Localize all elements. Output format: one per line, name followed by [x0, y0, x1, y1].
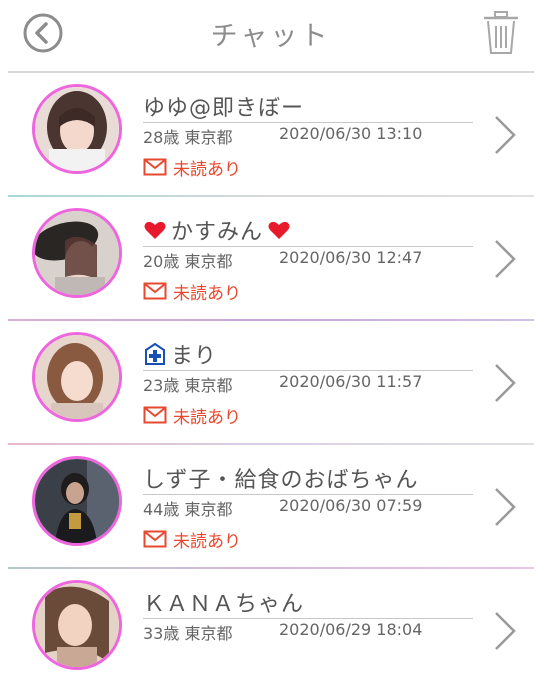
name-underline — [143, 246, 473, 247]
timestamp: 2020/06/30 11:57 — [279, 372, 423, 391]
chevron-right-icon[interactable] — [490, 237, 520, 281]
age-area: 20歳 東京都 — [143, 252, 233, 271]
timestamp: 2020/06/29 18:04 — [279, 620, 423, 639]
name-underline — [143, 370, 473, 371]
name-row: ＫＡＮＡちゃん — [143, 587, 473, 617]
unread-indicator: 未読あり — [143, 527, 241, 552]
age-area: 44歳 東京都 — [143, 500, 233, 519]
age-area: 33歳 東京都 — [143, 624, 233, 643]
mail-icon — [143, 406, 167, 424]
user-name: ＫＡＮＡちゃん — [143, 592, 305, 617]
name-underline — [143, 618, 473, 619]
mail-icon — [143, 530, 167, 548]
user-name: しず子・給食のおばちゃん — [143, 468, 419, 493]
mail-icon — [143, 282, 167, 300]
chat-row[interactable]: かすみん 20歳 東京都 2020/06/30 12:47 未読あり — [0, 197, 541, 321]
chat-row[interactable]: ＫＡＮＡちゃん 33歳 東京都 2020/06/29 18:04 — [0, 569, 541, 693]
chevron-right-icon[interactable] — [490, 361, 520, 405]
hospital-icon — [145, 342, 165, 365]
timestamp: 2020/06/30 07:59 — [279, 496, 423, 515]
avatar — [32, 456, 122, 546]
trash-icon[interactable] — [480, 10, 522, 56]
heart-icon — [144, 221, 166, 239]
name-underline — [143, 122, 473, 123]
avatar — [32, 332, 122, 422]
user-name: かすみん — [171, 220, 264, 245]
avatar — [32, 580, 122, 670]
unread-label: 未読あり — [173, 407, 241, 428]
unread-label: 未読あり — [173, 159, 241, 180]
unread-indicator: 未読あり — [143, 403, 241, 428]
delete-button[interactable] — [480, 10, 522, 56]
name-underline — [143, 494, 473, 495]
avatar — [32, 84, 122, 174]
unread-indicator: 未読あり — [143, 155, 241, 180]
timestamp: 2020/06/30 12:47 — [279, 248, 423, 267]
user-name: ゆゆ@即きぼー — [143, 96, 305, 121]
chevron-right-icon[interactable] — [490, 113, 520, 157]
chat-row[interactable]: しず子・給食のおばちゃん 44歳 東京都 2020/06/30 07:59 未読… — [0, 445, 541, 569]
page-title: チャット — [210, 21, 331, 52]
app-header: チャット — [0, 0, 541, 70]
unread-indicator: 未読あり — [143, 279, 241, 304]
chat-row[interactable]: ゆゆ@即きぼー 28歳 東京都 2020/06/30 13:10 未読あり — [0, 73, 541, 197]
chevron-right-icon[interactable] — [490, 485, 520, 529]
chevron-right-icon[interactable] — [490, 609, 520, 653]
chat-row[interactable]: まり 23歳 東京都 2020/06/30 11:57 未読あり — [0, 321, 541, 445]
name-row: かすみん — [143, 215, 473, 245]
age-area: 23歳 東京都 — [143, 376, 233, 395]
timestamp: 2020/06/30 13:10 — [279, 124, 423, 143]
heart-icon — [268, 221, 290, 239]
unread-label: 未読あり — [173, 531, 241, 552]
name-row: ゆゆ@即きぼー — [143, 91, 473, 121]
mail-icon — [143, 158, 167, 176]
name-row: まり — [143, 339, 473, 369]
age-area: 28歳 東京都 — [143, 128, 233, 147]
unread-label: 未読あり — [173, 283, 241, 304]
user-name: まり — [171, 344, 218, 369]
avatar — [32, 208, 122, 298]
name-row: しず子・給食のおばちゃん — [143, 463, 473, 493]
